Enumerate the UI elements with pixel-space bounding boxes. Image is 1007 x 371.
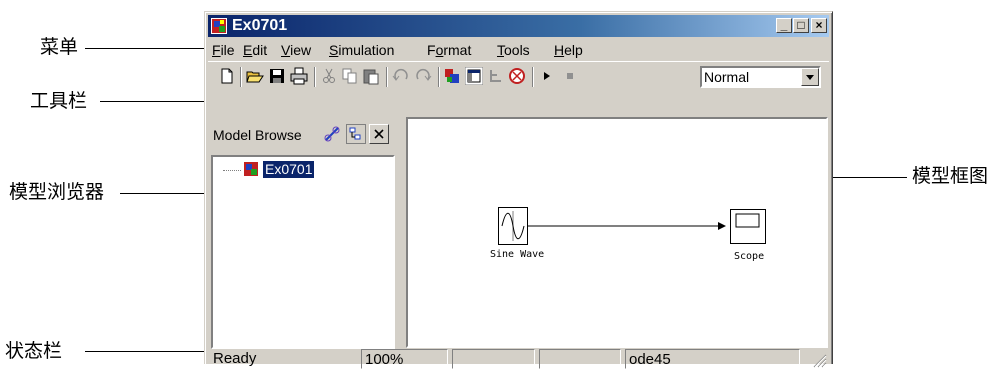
status-cell-blank — [539, 349, 621, 369]
maximize-button[interactable]: □ — [793, 18, 809, 33]
close-button[interactable]: × — [811, 18, 827, 33]
toolbar-separator — [314, 67, 316, 87]
solver-name: ode45 — [625, 349, 800, 369]
cut-icon[interactable] — [320, 67, 338, 85]
redo-icon[interactable] — [414, 67, 432, 85]
model-browser-pane: Model Browse Ex0701 — [208, 121, 398, 349]
tree-connector — [223, 170, 241, 171]
toolbar-separator — [532, 67, 534, 87]
sine-wave-block[interactable] — [498, 207, 528, 245]
new-icon[interactable] — [218, 67, 236, 85]
model-canvas[interactable]: Sine Wave Scope — [406, 117, 828, 348]
resize-grip-icon[interactable] — [811, 352, 827, 368]
show-subsystems-icon[interactable] — [346, 124, 366, 144]
zoom-level: 100% — [361, 349, 448, 369]
annotation-toolbar-line — [100, 101, 209, 102]
toolbar: Normal — [208, 61, 829, 92]
maximize-icon: □ — [797, 18, 805, 32]
annotation-toolbar-label: 工具栏 — [30, 90, 88, 112]
minimize-icon: _ — [780, 18, 788, 32]
simulation-mode-value: Normal — [704, 69, 750, 85]
paste-icon[interactable] — [362, 67, 380, 85]
simulink-window: Ex0701 _ □ × File Edit View Simulation F… — [204, 11, 833, 369]
annotation-statusbar-label: 状态栏 — [5, 340, 63, 362]
menu-edit[interactable]: Edit — [243, 39, 267, 61]
copy-icon[interactable] — [341, 67, 359, 85]
model-browser-header: Model Browse — [208, 121, 398, 151]
dropdown-arrow-button[interactable] — [801, 68, 819, 86]
toolbar-separator — [240, 67, 242, 87]
simulink-app-icon — [211, 18, 227, 34]
library-icon[interactable] — [444, 67, 462, 85]
menu-format[interactable]: Format — [427, 39, 471, 61]
model-icon — [244, 162, 258, 176]
menu-simulation[interactable]: Simulation — [329, 39, 394, 61]
save-icon[interactable] — [268, 67, 286, 85]
tree-item-label: Ex0701 — [263, 161, 315, 178]
toolbar-separator — [386, 67, 388, 87]
stop-icon[interactable] — [561, 67, 579, 85]
scope-label: Scope — [734, 251, 765, 262]
print-icon[interactable] — [290, 67, 308, 85]
sine-wave-label: Sine Wave — [490, 249, 545, 260]
menu-help[interactable]: Help — [554, 39, 583, 61]
close-browser-button[interactable] — [369, 124, 389, 144]
debug-icon[interactable] — [508, 67, 526, 85]
browser-toggle-icon[interactable] — [465, 67, 483, 85]
model-tree: Ex0701 — [211, 155, 395, 349]
open-icon[interactable] — [246, 67, 264, 85]
scope-block[interactable] — [730, 209, 766, 244]
menu-tools[interactable]: Tools — [497, 39, 530, 61]
status-cell-blank — [452, 349, 535, 369]
close-icon: × — [815, 18, 823, 32]
annotation-browser-label: 模型浏览器 — [9, 181, 105, 203]
chevron-down-icon — [806, 75, 814, 80]
title-bar[interactable]: Ex0701 _ □ × — [208, 15, 829, 37]
minimize-button[interactable]: _ — [776, 18, 792, 33]
status-text: Ready — [213, 350, 257, 367]
window-title: Ex0701 — [232, 17, 288, 34]
close-icon — [374, 129, 384, 139]
menu-file[interactable]: File — [212, 39, 235, 61]
hierarchy-icon[interactable] — [487, 67, 505, 85]
simulation-mode-select[interactable]: Normal — [700, 66, 821, 88]
annotation-menu-line — [85, 48, 209, 49]
toolbar-separator — [438, 67, 440, 87]
undo-icon[interactable] — [392, 67, 410, 85]
annotation-menu-label: 菜单 — [40, 36, 79, 58]
status-bar: Ready 100% ode45 — [208, 349, 829, 371]
menu-view[interactable]: View — [281, 39, 311, 61]
menu-bar: File Edit View Simulation Format Tools H… — [208, 39, 829, 61]
play-icon[interactable] — [538, 67, 556, 85]
annotation-canvas-label: 模型框图 — [912, 165, 989, 187]
model-browser-title: Model Browse — [213, 127, 302, 143]
library-link-icon[interactable] — [322, 124, 342, 144]
